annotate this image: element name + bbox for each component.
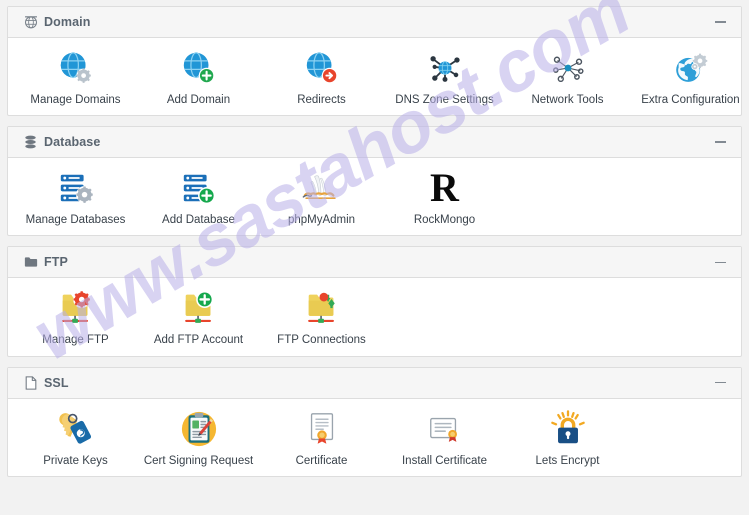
item-add-domain[interactable]: Add Domain (137, 48, 260, 107)
item-label: Manage FTP (42, 334, 109, 347)
database-plus-icon (179, 168, 219, 208)
item-label: RockMongo (413, 214, 476, 227)
panel-ftp: FTP Manage FTP Add FTP Account FTP Conne… (7, 246, 742, 357)
item-network-tools[interactable]: Network Tools (506, 48, 629, 107)
item-label: Add Domain (166, 94, 231, 106)
panel-ssl: SSL Private Keys Cert Signing Request Ce… (7, 366, 742, 477)
panel-body-ftp: Manage FTP Add FTP Account FTP Connectio… (8, 278, 741, 355)
item-label: Manage Domains (30, 94, 121, 106)
item-label: Redirects (297, 94, 346, 106)
item-label: Certificate (295, 454, 348, 467)
install-certificate-icon (425, 409, 465, 449)
database-stack-icon (23, 135, 38, 150)
item-lets-encrypt[interactable]: Lets Encrypt (506, 409, 629, 468)
item-label: Manage Databases (25, 214, 126, 227)
item-manage-domains[interactable]: Manage Domains (14, 48, 137, 107)
folder-gear-icon (56, 288, 96, 328)
key-icon (56, 409, 96, 449)
globe-plus-icon (179, 48, 219, 88)
folder-plus-icon (179, 288, 219, 328)
globe-gear-icon (56, 48, 96, 88)
dns-node-icon (425, 48, 465, 88)
item-label: Private Keys (43, 454, 108, 467)
folder-icon (23, 255, 38, 270)
collapse-button-ftp[interactable] (712, 255, 728, 269)
panel-body-ssl: Private Keys Cert Signing Request Certif… (8, 399, 741, 476)
item-label: Extra Configuration (641, 94, 740, 106)
collapse-button-database[interactable] (712, 135, 728, 149)
item-label: Cert Signing Request (143, 454, 254, 467)
panel-domain: Domain Manage Domains Add Domain Redirec… (7, 6, 742, 117)
item-certificate[interactable]: Certificate (260, 409, 383, 468)
item-label: FTP Connections (277, 334, 366, 347)
rockmongo-r-icon: R (430, 165, 459, 211)
panel-title-ftp: FTP (44, 255, 68, 270)
phpmyadmin-dolphin-icon (302, 168, 342, 208)
collapse-button-domain[interactable] (712, 15, 728, 29)
item-install-certificate[interactable]: Install Certificate (383, 409, 506, 468)
control-panel-root: Domain Manage Domains Add Domain Redirec… (0, 0, 749, 515)
panel-title-ssl: SSL (44, 375, 69, 390)
panel-header-database: Database (8, 127, 741, 159)
item-manage-ftp[interactable]: Manage FTP (14, 288, 137, 347)
item-ftp-connections[interactable]: FTP Connections (260, 288, 383, 347)
item-label: Add FTP Account (153, 334, 244, 347)
panel-header-ssl: SSL (8, 367, 741, 399)
item-extra-configuration[interactable]: Extra Configuration (629, 48, 749, 107)
network-nodes-icon (548, 48, 588, 88)
certificate-icon (302, 409, 342, 449)
item-label: Add Database (162, 214, 235, 227)
globe-grid-icon (23, 15, 38, 30)
item-dns-zone-settings[interactable]: DNS Zone Settings (383, 48, 506, 107)
panel-header-domain: Domain (8, 7, 741, 38)
panel-title-domain: Domain (44, 15, 91, 29)
item-label: Install Certificate (401, 454, 487, 467)
padlock-sun-icon (548, 409, 588, 449)
item-manage-databases[interactable]: Manage Databases (14, 168, 137, 227)
panel-body-domain: Manage Domains Add Domain Redirects DNS … (8, 38, 741, 115)
item-label: phpMyAdmin (287, 214, 356, 227)
panel-title-database: Database (44, 135, 101, 150)
database-gear-icon (56, 168, 96, 208)
item-label: DNS Zone Settings (395, 94, 494, 106)
item-label: Network Tools (531, 94, 604, 106)
item-label: Lets Encrypt (535, 454, 600, 467)
panel-database: Database Manage Databases Add Database p… (7, 126, 742, 237)
globe-gears-icon (671, 48, 711, 88)
item-rockmongo[interactable]: R RockMongo (383, 168, 506, 227)
item-private-keys[interactable]: Private Keys (14, 409, 137, 468)
item-redirects[interactable]: Redirects (260, 48, 383, 107)
item-phpmyadmin[interactable]: phpMyAdmin (260, 168, 383, 227)
clipboard-pen-icon (179, 409, 219, 449)
collapse-button-ssl[interactable] (712, 376, 728, 390)
panel-body-database: Manage Databases Add Database phpMyAdmin… (8, 158, 741, 235)
folder-connections-icon (302, 288, 342, 328)
document-icon (23, 375, 38, 390)
item-cert-signing-request[interactable]: Cert Signing Request (137, 409, 260, 468)
panel-header-ftp: FTP (8, 247, 741, 279)
globe-arrow-icon (302, 48, 342, 88)
item-add-ftp-account[interactable]: Add FTP Account (137, 288, 260, 347)
item-add-database[interactable]: Add Database (137, 168, 260, 227)
